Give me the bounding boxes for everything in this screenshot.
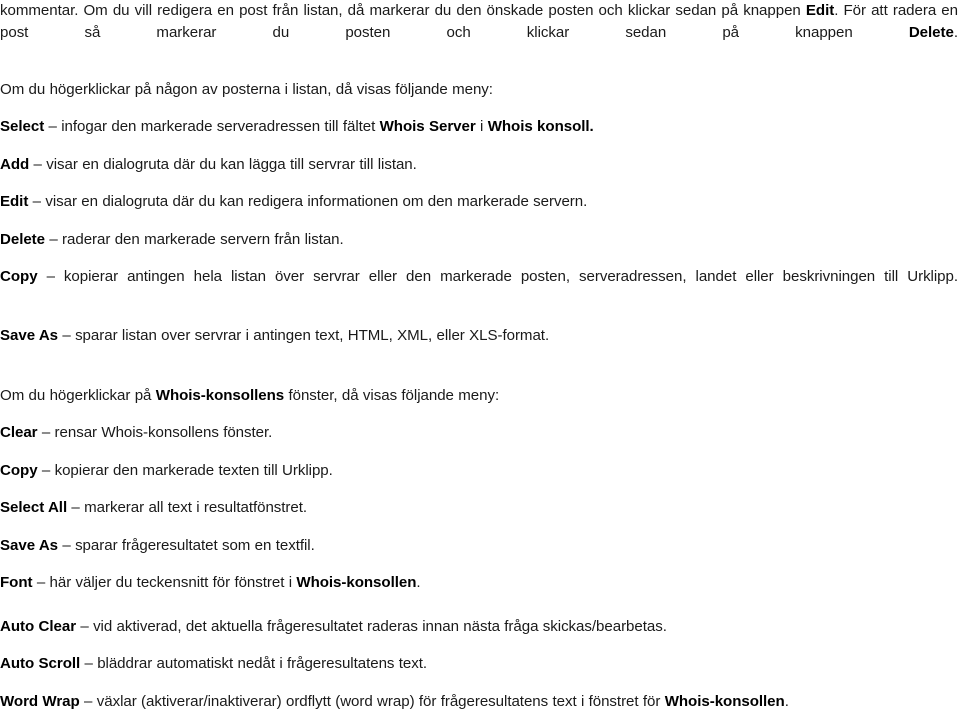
paragraph-item-edit: Edit – visar en dialogruta där du kan re… [0,191,958,213]
paragraph-item-auto-scroll: Auto Scroll – bläddrar automatiskt nedåt… [0,653,958,675]
text-run: – infogar den markerade serveradressen t… [44,118,380,135]
paragraph-item-save-as-text: Save As – sparar frågeresultatet som en … [0,535,958,557]
emphasis-term: Save As [0,536,59,554]
text-run: . [416,574,421,591]
paragraph-item-copy-text: Copy – kopierar den markerade texten til… [0,460,958,482]
paragraph-item-clear: Clear – rensar Whois-konsollens fönster. [0,422,958,444]
text-run: – rensar Whois-konsollens fönster. [37,424,273,441]
text-run: – kopierar antingen hela listan över ser… [37,268,958,285]
text-run: – sparar listan over servrar i antingen … [58,327,550,344]
emphasis-term: Delete [0,230,46,248]
emphasis-term: . [589,118,594,135]
text-run: – visar en dialogruta där du kan lägga t… [29,155,417,173]
document-page: kommentar. Om du vill redigera en post f… [0,0,960,712]
emphasis-term: Edit [805,2,835,19]
text-run: Om du högerklickar på någon av posterna … [0,80,493,98]
text-run: – bläddrar automatiskt nedåt i frågeresu… [80,655,428,672]
emphasis-term: Copy [0,268,38,285]
emphasis-term: Clear [0,424,38,441]
emphasis-term: Copy [0,461,38,479]
paragraph-item-auto-clear: Auto Clear – vid aktiverad, det aktuella… [0,616,958,638]
text-run: – kopierar den markerade texten till Urk… [37,461,333,479]
paragraph-item-select: Select – infogar den markerade serveradr… [0,116,958,138]
document-body: kommentar. Om du vill redigera en post f… [0,0,958,712]
emphasis-term: Whois konsoll [487,118,590,135]
paragraph-item-copy-list: Copy – kopierar antingen hela listan öve… [0,266,958,309]
paragraph-item-delete: Delete – raderar den markerade servern f… [0,229,958,251]
paragraph-list-menu-lead: Om du högerklickar på någon av posterna … [0,79,958,101]
emphasis-term: Select All [0,499,68,516]
text-run: i [475,118,488,135]
paragraph-console-menu-lead: Om du högerklickar på Whois-konsollens f… [0,385,958,407]
text-run: . [953,23,958,41]
text-run: – växlar (aktiverar/inaktiverar) ordflyt… [79,692,665,710]
text-run: . [784,692,789,710]
emphasis-term: Edit [0,193,29,210]
emphasis-term: Whois-konsollen [664,692,785,710]
text-run: – raderar den markerade servern från lis… [45,230,344,248]
emphasis-term: Auto Clear [0,617,77,635]
text-run: kommentar. Om du vill redigera en post f… [0,2,806,19]
emphasis-term: Add [0,155,30,173]
emphasis-term: Word Wrap [0,692,80,710]
paragraph-item-word-wrap: Word Wrap – växlar (aktiverar/inaktivera… [0,691,958,712]
emphasis-term: Save As [0,327,59,344]
emphasis-term: Whois-konsollen [296,574,417,591]
emphasis-term: Font [0,574,33,591]
text-run: – vid aktiverad, det aktuella frågeresul… [76,617,667,635]
text-run: – visar en dialogruta där du kan rediger… [28,193,588,210]
emphasis-term: Delete [908,23,954,41]
text-run: fönster, då visas följande meny: [284,386,500,404]
emphasis-term: Auto Scroll [0,655,81,672]
text-run: – sparar frågeresultatet som en textfil. [58,536,315,554]
paragraph-item-font: Font – här väljer du teckensnitt för fön… [0,572,958,594]
text-run: Om du högerklickar på [0,386,156,404]
paragraph-item-save-as-list: Save As – sparar listan over servrar i a… [0,325,958,347]
paragraph-item-add: Add – visar en dialogruta där du kan läg… [0,154,958,176]
emphasis-term: Whois-konsollens [155,386,285,404]
text-run: – markerar all text i resultatfönstret. [67,499,308,516]
emphasis-term: Whois Server [379,118,476,135]
text-run: – här väljer du teckensnitt för fönstret… [32,574,297,591]
paragraph-intro: kommentar. Om du vill redigera en post f… [0,0,958,65]
paragraph-item-select-all: Select All – markerar all text i resulta… [0,497,958,519]
emphasis-term: Select [0,118,45,135]
